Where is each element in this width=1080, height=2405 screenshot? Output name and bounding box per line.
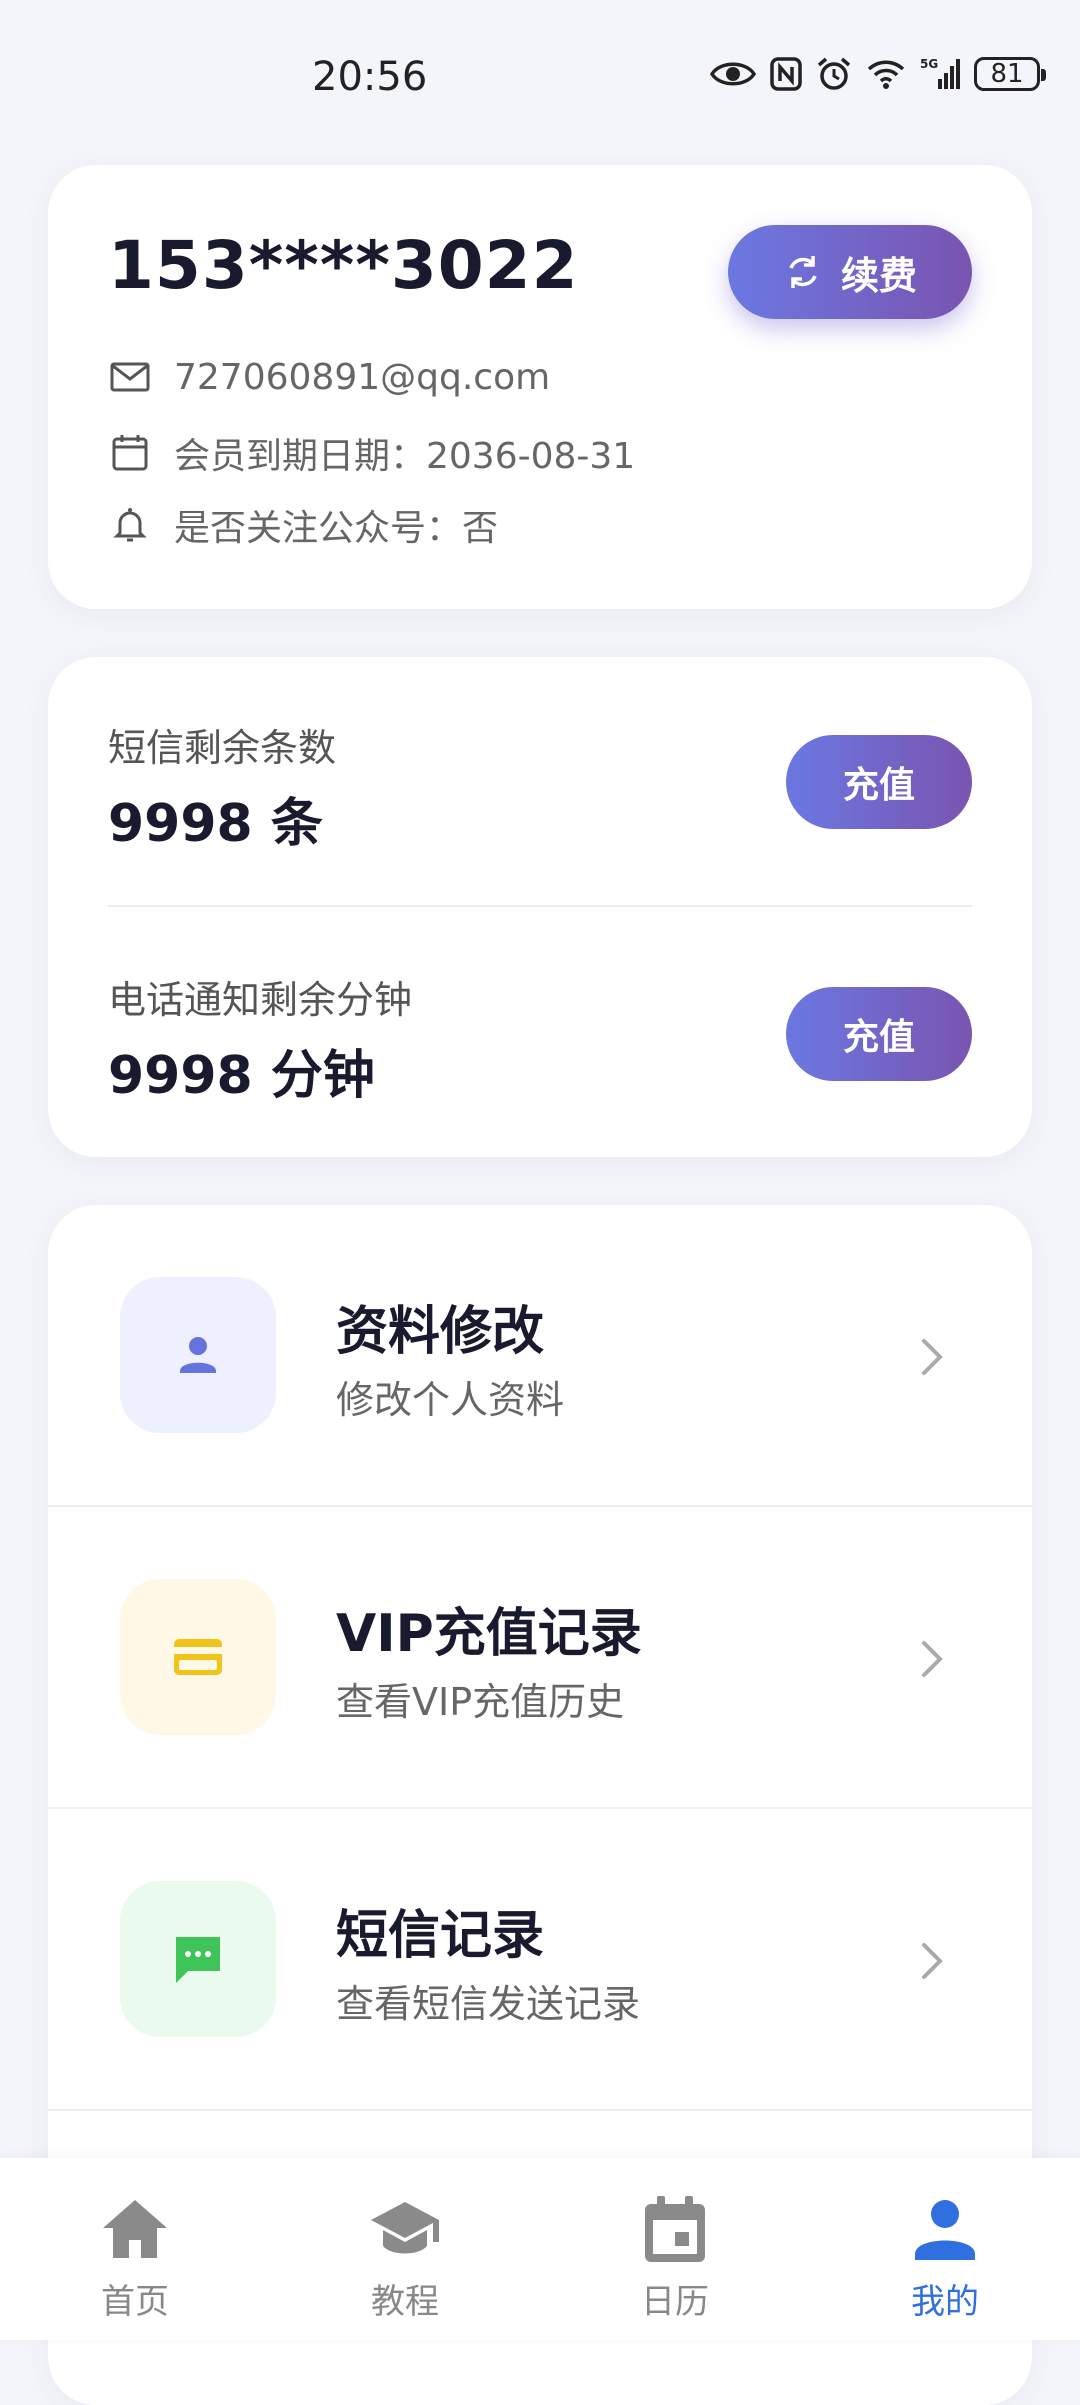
sms-recharge-label: 充值 — [842, 765, 915, 806]
tab-home[interactable]: 首页 — [55, 2194, 215, 2323]
calendar-icon — [112, 435, 148, 471]
call-quota-label: 电话通知剩余分钟 — [108, 978, 413, 1022]
menu-item-vip-records[interactable]: VIP充值记录 查看VIP充值历史 — [48, 1507, 1032, 1809]
wifi-icon — [867, 60, 905, 89]
tab-tutorial[interactable]: 教程 — [325, 2194, 485, 2323]
tab-calendar[interactable]: 日历 — [595, 2194, 755, 2323]
menu-subtitle: 修改个人资料 — [336, 1378, 565, 1422]
sms-icon-tile — [120, 1881, 276, 2037]
svg-text:5G: 5G — [920, 57, 938, 71]
chevron-right-icon — [922, 1339, 943, 1375]
refresh-icon — [789, 256, 817, 288]
tab-mine[interactable]: 我的 — [865, 2194, 1025, 2323]
account-card: 153****3022 续费 727060891@qq.com 会员到期日期：2… — [48, 165, 1032, 609]
tab-label: 我的 — [911, 2282, 979, 2322]
email-text: 727060891@qq.com — [174, 356, 551, 398]
person-icon — [180, 1337, 216, 1373]
sms-recharge-button[interactable]: 充值 — [786, 735, 972, 829]
home-icon — [103, 2200, 167, 2258]
sms-quota-value: 9998 条 — [108, 794, 323, 854]
chevron-right-icon — [922, 1943, 943, 1979]
message-icon — [176, 1937, 220, 1983]
expiry-row: 会员到期日期：2036-08-31 — [108, 427, 635, 479]
menu-item-profile-edit[interactable]: 资料修改 修改个人资料 — [48, 1205, 1032, 1507]
divider — [108, 905, 972, 907]
call-recharge-button[interactable]: 充值 — [786, 987, 972, 1081]
tab-label: 首页 — [101, 2282, 169, 2322]
status-time: 20:56 — [312, 54, 428, 100]
expiry-text: 会员到期日期：2036-08-31 — [174, 436, 636, 477]
person-icon — [915, 2200, 975, 2260]
card-icon — [174, 1639, 222, 1675]
phone-number: 153****3022 — [108, 227, 579, 304]
follow-text: 是否关注公众号：否 — [174, 508, 499, 549]
menu-title: 资料修改 — [336, 1302, 545, 1362]
bottom-tab-bar: 首页 教程 日历 我的 — [0, 2158, 1080, 2340]
profile-icon-tile — [120, 1277, 276, 1433]
bell-icon — [113, 508, 147, 542]
tab-label: 日历 — [641, 2282, 709, 2322]
vip-icon-tile — [120, 1579, 276, 1735]
cellular-signal-icon: 5G — [920, 57, 960, 89]
sms-quota-label: 短信剩余条数 — [108, 726, 337, 770]
status-icons: 5G 81 — [710, 56, 1046, 92]
school-icon — [371, 2202, 439, 2254]
eye-icon — [710, 62, 756, 86]
status-bar: 20:56 5G 81 — [0, 0, 1080, 140]
battery-indicator: 81 — [974, 57, 1046, 91]
menu-item-sms-records[interactable]: 短信记录 查看短信发送记录 — [48, 1809, 1032, 2111]
email-row: 727060891@qq.com — [108, 355, 550, 399]
quota-card: 短信剩余条数 9998 条 充值 电话通知剩余分钟 9998 分钟 充值 — [48, 657, 1032, 1157]
chevron-right-icon — [922, 1641, 943, 1677]
menu-subtitle: 查看短信发送记录 — [336, 1982, 641, 2026]
calendar-icon — [645, 2196, 705, 2262]
renew-button[interactable]: 续费 — [728, 225, 972, 319]
menu-subtitle: 查看VIP充值历史 — [336, 1680, 625, 1724]
nfc-icon — [770, 57, 802, 91]
mail-icon — [110, 362, 150, 392]
call-recharge-label: 充值 — [842, 1017, 915, 1058]
menu-title: 短信记录 — [336, 1906, 545, 1966]
follow-row: 是否关注公众号：否 — [108, 499, 498, 551]
tab-label: 教程 — [371, 2282, 439, 2322]
renew-label: 续费 — [840, 253, 917, 298]
battery-level: 81 — [990, 59, 1024, 89]
call-quota-value: 9998 分钟 — [108, 1046, 375, 1106]
alarm-icon — [817, 57, 851, 90]
menu-title: VIP充值记录 — [336, 1604, 642, 1664]
